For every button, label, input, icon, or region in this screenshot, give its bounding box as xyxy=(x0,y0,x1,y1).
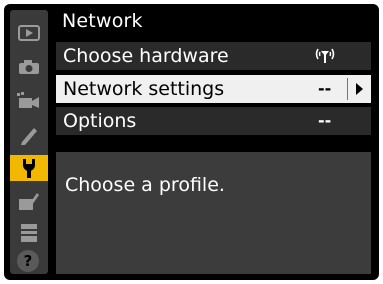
help-panel: Choose a profile. xyxy=(56,152,371,274)
menu-tab-sidebar: ? xyxy=(10,10,48,274)
wrench-icon xyxy=(23,159,35,178)
tab-retouch[interactable] xyxy=(10,188,48,214)
help-button[interactable]: ? xyxy=(17,250,39,272)
menu-item-options[interactable]: Options -- xyxy=(56,107,371,135)
retouch-icon xyxy=(19,193,39,210)
tab-custom-settings[interactable] xyxy=(10,122,48,148)
tab-shooting[interactable] xyxy=(10,54,48,80)
tab-setup[interactable] xyxy=(10,155,48,181)
wireless-icon xyxy=(314,45,336,69)
menu-item-choose-hardware[interactable]: Choose hardware xyxy=(56,42,371,70)
camera-icon xyxy=(19,60,39,74)
menu-item-value: -- xyxy=(318,111,332,130)
pencil-icon xyxy=(21,128,37,145)
tab-playback[interactable] xyxy=(10,20,48,46)
menu-item-label: Options xyxy=(63,110,137,132)
tab-my-menu[interactable] xyxy=(10,220,48,246)
help-text: Choose a profile. xyxy=(65,174,225,196)
camera-menu-screen: ? Network Choose hardware Network settin… xyxy=(4,4,379,280)
menu-item-label: Choose hardware xyxy=(63,45,229,67)
submenu-arrow-icon[interactable] xyxy=(348,75,371,103)
playback-icon xyxy=(18,25,40,41)
my-menu-icon xyxy=(21,224,37,242)
menu-item-value: -- xyxy=(318,79,332,98)
tab-movie[interactable] xyxy=(10,88,48,114)
menu-item-label: Network settings xyxy=(63,78,225,100)
menu-item-network-settings[interactable]: Network settings -- xyxy=(56,75,371,103)
movie-icon xyxy=(17,92,39,108)
menu-title: Network xyxy=(62,10,143,32)
